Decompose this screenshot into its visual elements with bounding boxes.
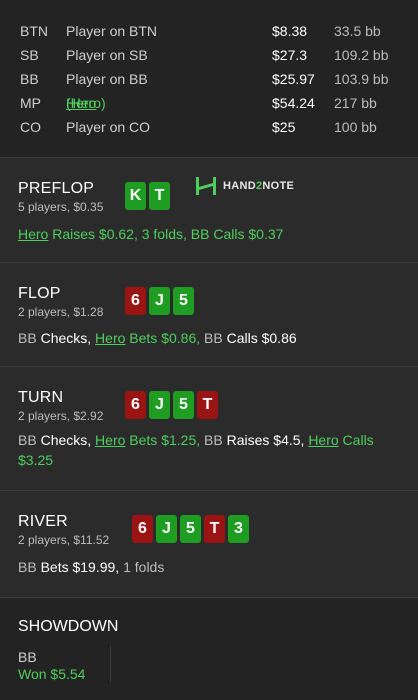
showdown-player: BB	[18, 649, 37, 665]
showdown-section: SHOWDOWN	[0, 598, 418, 700]
action-text: BB	[18, 559, 41, 575]
player-position: MP	[20, 95, 41, 111]
card: 6	[132, 515, 153, 543]
player-name: Player on BB	[66, 71, 148, 87]
hero-link[interactable]: Hero	[95, 432, 125, 448]
card: T	[149, 182, 170, 210]
player-stack-bb: 33.5 bb	[334, 23, 381, 39]
card: T	[197, 391, 218, 419]
player-row: BB Player on BB $25.97 103.9 bb	[0, 70, 418, 94]
action-text: Calls $0.86	[226, 330, 297, 346]
action-text: Bets $19.99,	[40, 559, 124, 575]
player-name: Player on BTN	[66, 23, 158, 39]
street-pot: 2 players, $2.92	[18, 409, 104, 423]
action-text: Raises $4.5,	[226, 432, 309, 448]
player-stack: $25.97	[272, 71, 315, 87]
player-stack-bb: 103.9 bb	[334, 71, 389, 87]
action-text: BB	[204, 432, 227, 448]
player-stack: $54.24	[272, 95, 315, 111]
street-pot: 2 players, $1.28	[18, 305, 104, 319]
hero-tag: (Hero)	[66, 95, 106, 111]
action-text: Checks,	[40, 330, 96, 346]
player-position: BB	[20, 71, 39, 87]
card: J	[149, 287, 170, 315]
card: J	[156, 515, 177, 543]
board-cards: 6J5	[125, 287, 194, 315]
hero-link[interactable]: Hero	[18, 226, 48, 242]
hero-link[interactable]: Hero	[308, 432, 338, 448]
card: 3	[228, 515, 249, 543]
board-cards: 6J5T3	[132, 515, 249, 543]
player-row: BTN Player on BTN $8.38 33.5 bb	[0, 22, 418, 46]
hole-cards: KT	[125, 182, 170, 210]
players-table: BTN Player on BTN $8.38 33.5 bb SB Player on …	[0, 0, 418, 158]
action-text: Calls $0.37	[213, 226, 284, 242]
player-row: SB Player on SB $27.3 109.2 bb	[0, 46, 418, 70]
hand-history-panel: BTN Player on BTN $8.38 33.5 bb SB Player on …	[0, 0, 418, 700]
street-title: RIVER	[18, 513, 68, 530]
hand2note-logo: HAND2NOTE	[195, 176, 294, 196]
card: 5	[173, 287, 194, 315]
flop-section: FLOP 2 players, $1.28 6J5 BB Checks, Her…	[0, 263, 418, 367]
player-stack: $25	[272, 119, 296, 135]
player-name: Player on CO	[66, 119, 151, 135]
player-stack: $8.38	[272, 23, 308, 39]
card: 6	[125, 287, 146, 315]
street-actions: BB Checks, Hero Bets $1.25, BB Raises $4…	[18, 430, 404, 470]
action-text: Checks,	[40, 432, 96, 448]
street-actions: Hero Raises $0.62, 3 folds, BB Calls $0.…	[18, 224, 404, 244]
player-row: CO Player on CO $25 100 bb	[0, 118, 418, 142]
street-title: TURN	[18, 389, 64, 406]
action-text: Bets $0.86,	[125, 330, 205, 346]
player-position: CO	[20, 119, 41, 135]
card: K	[125, 182, 146, 210]
action-text: Raises $0.62, 3 folds,	[48, 226, 191, 242]
action-text: BB	[190, 226, 214, 242]
river-section: RIVER 2 players, $11.52 6J5T3 BB Bets $1…	[0, 491, 418, 598]
player-stack-bb: 109.2 bb	[334, 47, 389, 63]
player-stack-bb: 217 bb	[334, 95, 377, 111]
board-cards: 6J5T	[125, 391, 218, 419]
player-position: SB	[20, 47, 39, 63]
showdown-title: SHOWDOWN	[18, 618, 119, 635]
player-stack: $27.3	[272, 47, 308, 63]
preflop-section: PREFLOP 5 players, $0.35 KT Hero Raises …	[0, 158, 418, 263]
turn-section: TURN 2 players, $2.92 6J5T BB Checks, He…	[0, 367, 418, 491]
hand2note-logo-text: HAND2NOTE	[223, 180, 295, 192]
card: T	[204, 515, 225, 543]
player-row: MP Hero (Hero) $54.24 217 bb	[0, 94, 418, 118]
action-text: 1 folds	[123, 559, 165, 575]
street-actions: BB Checks, Hero Bets $0.86, BB Calls $0.…	[18, 328, 404, 348]
player-stack-bb: 100 bb	[334, 119, 377, 135]
hero-link[interactable]: Hero	[95, 330, 125, 346]
showdown-divider	[110, 646, 111, 682]
card: J	[149, 391, 170, 419]
card: 5	[173, 391, 194, 419]
card: 6	[125, 391, 146, 419]
player-name: Player on SB	[66, 47, 148, 63]
card: 5	[180, 515, 201, 543]
street-title: PREFLOP	[18, 180, 95, 197]
player-position: BTN	[20, 23, 48, 39]
showdown-winnings: Won $5.54	[18, 666, 86, 682]
street-title: FLOP	[18, 285, 61, 302]
street-pot: 5 players, $0.35	[18, 200, 104, 214]
action-text: BB	[18, 432, 41, 448]
action-text: BB	[18, 330, 41, 346]
street-actions: BB Bets $19.99, 1 folds	[18, 557, 404, 577]
action-text: BB	[204, 330, 227, 346]
action-text: Bets $1.25,	[125, 432, 205, 448]
street-pot: 2 players, $11.52	[18, 533, 110, 547]
hand2note-logo-icon	[196, 177, 216, 195]
